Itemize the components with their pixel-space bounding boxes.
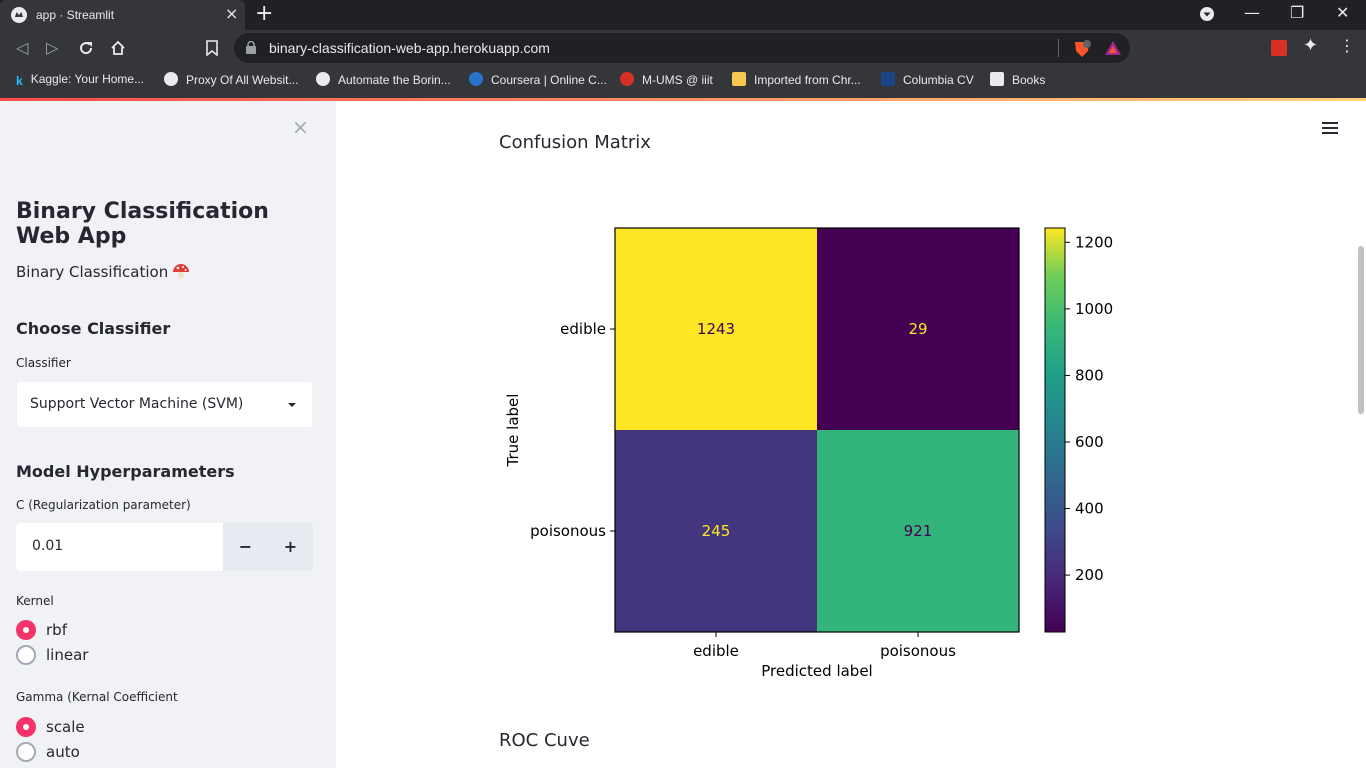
colorbar <box>1044 227 1066 633</box>
browser-toolbar: ◁ ▷ binary-classification-web-app.heroku… <box>0 30 1366 66</box>
radio-unselected-icon <box>16 645 36 665</box>
y-tick-label: poisonous <box>530 522 606 540</box>
sidebar-subtitle: Binary Classification <box>16 263 190 281</box>
close-sidebar-icon[interactable]: × <box>292 117 309 137</box>
bookmark-automate[interactable]: Automate the Borin... <box>316 72 451 87</box>
brave-shield-icon[interactable] <box>1072 39 1092 59</box>
sidebar-title: Binary Classification Web App <box>16 199 269 249</box>
main-content: Confusion Matrix 1243 29 245 921 edible pois… <box>336 101 1366 768</box>
tab-bar: app · Streamlit × + — ❐ ✕ <box>0 0 1366 30</box>
restore-icon[interactable]: ❐ <box>1290 4 1304 22</box>
profile-download-icon[interactable] <box>1200 7 1214 21</box>
c-value: 0.01 <box>32 538 64 554</box>
globe-icon <box>316 72 330 86</box>
folder-icon <box>732 72 746 86</box>
close-tab-icon[interactable]: × <box>225 6 238 22</box>
browser-menu-icon[interactable]: ⋮ <box>1339 37 1355 55</box>
extensions-icon[interactable]: ✦ <box>1303 37 1318 55</box>
bookmark-icon[interactable] <box>206 40 218 56</box>
bookmarks-bar: k Kaggle: Your Home... Proxy Of All Websi… <box>0 66 1366 94</box>
lock-icon <box>246 41 256 54</box>
tab-title: app · Streamlit <box>36 8 115 22</box>
classifier-select[interactable]: Support Vector Machine (SVM) <box>16 381 313 428</box>
address-bar[interactable]: binary-classification-web-app.herokuapp.… <box>234 33 1130 63</box>
y-tick-label: edible <box>560 320 606 338</box>
bookmark-books[interactable]: Books <box>990 72 1045 87</box>
window-close-icon[interactable]: ✕ <box>1336 4 1349 22</box>
colorbar-tick-label: 800 <box>1075 366 1104 384</box>
colorbar-tick-label: 600 <box>1075 433 1104 451</box>
choose-classifier-heading: Choose Classifier <box>16 319 171 338</box>
coursera-icon <box>469 72 483 86</box>
minimize-icon[interactable]: — <box>1244 4 1260 22</box>
cell-value-label: 1243 <box>697 320 735 338</box>
kaggle-icon: k <box>16 74 23 88</box>
classifier-value: Support Vector Machine (SVM) <box>30 396 244 412</box>
colorbar-tick-label: 1000 <box>1075 300 1113 318</box>
books-icon <box>990 72 1004 86</box>
globe-icon <box>164 72 178 86</box>
url-text: binary-classification-web-app.herokuapp.… <box>269 40 550 56</box>
confusion-matrix-heading: Confusion Matrix <box>499 132 651 153</box>
roc-curve-heading: ROC Cuve <box>499 730 590 751</box>
sidebar: × Binary Classification Web App Binary C… <box>0 101 336 768</box>
bookmark-imported-folder[interactable]: Imported from Chr... <box>732 72 861 87</box>
bookmark-kaggle[interactable]: k Kaggle: Your Home... <box>16 72 144 88</box>
back-icon[interactable]: ◁ <box>16 39 28 57</box>
decrement-button[interactable]: − <box>223 523 268 571</box>
gamma-option-scale[interactable]: scale <box>16 717 85 737</box>
colorbar-tick-label: 1200 <box>1075 233 1113 251</box>
x-tick-label: edible <box>693 642 739 660</box>
increment-button[interactable]: + <box>268 523 313 571</box>
y-axis-label: True label <box>504 394 522 468</box>
x-tick-label: poisonous <box>880 642 956 660</box>
classifier-label: Classifier <box>16 356 71 370</box>
forward-icon[interactable]: ▷ <box>46 39 58 57</box>
streamlit-icon <box>11 7 27 23</box>
columbia-crown-icon <box>881 72 895 86</box>
hamburger-menu-icon[interactable] <box>1322 122 1338 135</box>
mums-icon <box>620 72 634 86</box>
confusion-matrix-chart: 1243 29 245 921 edible poisonous edible poiso… <box>504 227 1113 680</box>
kernel-option-linear[interactable]: linear <box>16 645 88 665</box>
c-label: C (Regularization parameter) <box>16 498 191 512</box>
c-input[interactable]: 0.01 <box>16 523 223 571</box>
kernel-option-rbf[interactable]: rbf <box>16 620 67 640</box>
radio-selected-icon <box>16 717 36 737</box>
x-axis-label: Predicted label <box>761 662 872 680</box>
radio-selected-icon <box>16 620 36 640</box>
gamma-option-auto[interactable]: auto <box>16 742 80 762</box>
gamma-label: Gamma (Kernal Coefficient <box>16 690 178 704</box>
cell-value-label: 245 <box>702 522 731 540</box>
radio-unselected-icon <box>16 742 36 762</box>
kernel-label: Kernel <box>16 594 54 608</box>
scrollbar[interactable] <box>1358 246 1364 414</box>
cell-value-label: 29 <box>908 320 927 338</box>
chevron-down-icon <box>288 403 296 407</box>
brave-rewards-icon[interactable] <box>1104 40 1122 56</box>
colorbar-tick-label: 400 <box>1075 500 1104 518</box>
new-tab-icon[interactable]: + <box>255 3 273 25</box>
bookmark-mums[interactable]: M-UMS @ iiit <box>620 72 713 87</box>
mushroom-icon <box>173 264 190 278</box>
omnibox-divider <box>1058 39 1059 57</box>
colorbar-tick-label: 200 <box>1075 566 1104 584</box>
hyperparameters-heading: Model Hyperparameters <box>16 462 235 481</box>
browser-tab[interactable]: app · Streamlit × <box>0 0 245 30</box>
cell-value-label: 921 <box>904 522 933 540</box>
todoist-extension-icon[interactable] <box>1271 40 1287 56</box>
home-icon[interactable] <box>110 40 126 56</box>
reload-icon[interactable] <box>78 40 94 56</box>
bookmark-coursera[interactable]: Coursera | Online C... <box>469 72 607 87</box>
bookmark-columbia[interactable]: Columbia CV <box>881 72 974 87</box>
bookmark-proxy[interactable]: Proxy Of All Websit... <box>164 72 298 87</box>
